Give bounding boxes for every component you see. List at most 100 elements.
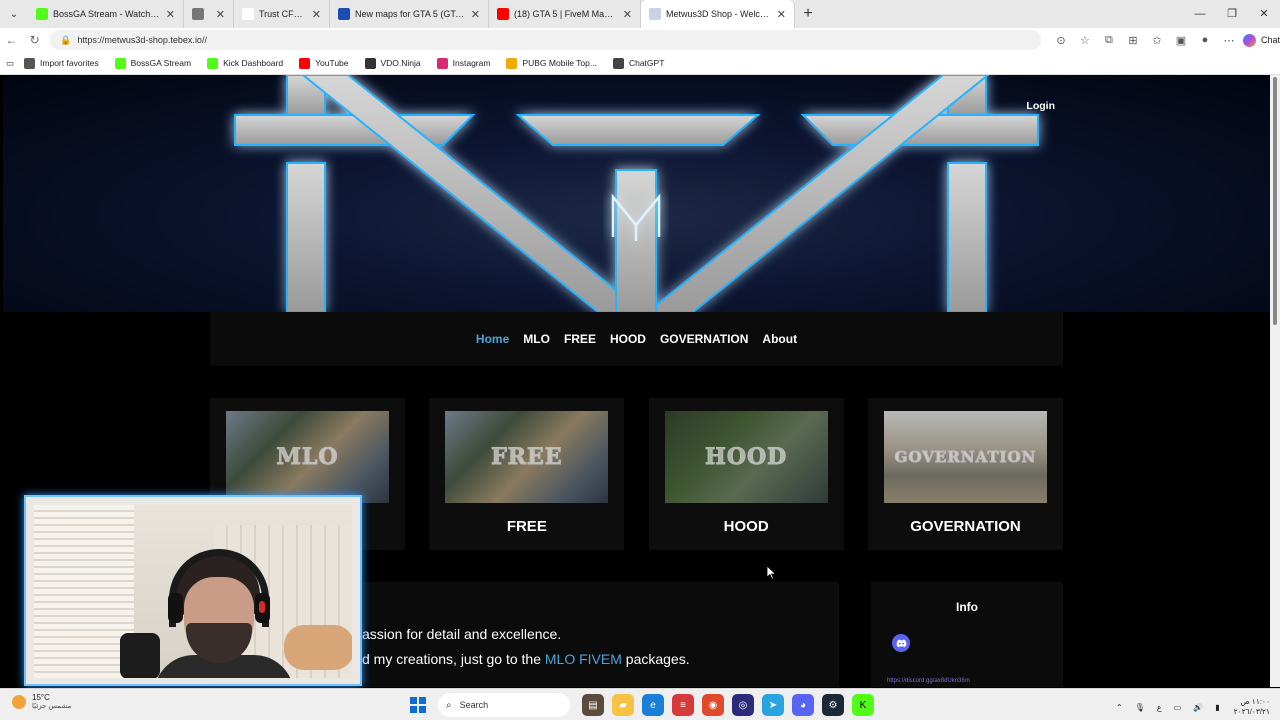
category-label: GOVERNATION [910,518,1021,535]
profile-avatar-icon[interactable]: ● [1193,34,1217,46]
scrollbar-thumb[interactable] [1273,77,1277,325]
favorite-item[interactable]: Import favorites [24,57,99,69]
favorite-item[interactable]: Kick Dashboard [207,57,284,69]
url-field[interactable]: 🔒 https://metwus3d-shop.tebex.io// [50,30,1041,50]
extensions-icon[interactable]: ⧉ [1097,34,1121,47]
task-view-icon[interactable]: ▤ [582,694,604,716]
nav-item-free[interactable]: FREE [557,332,603,346]
start-icon[interactable] [410,697,426,713]
tab-close-icon[interactable]: ✕ [216,8,225,21]
category-card-free[interactable]: FREE FREE [429,398,625,550]
browser-tab[interactable]: New maps for GTA 5 (GTA 5 / New... ✕ [330,0,489,28]
favorites-icon[interactable]: ✩ [1145,34,1169,47]
browser-tab[interactable]: Trust CFW - الستريمرز ✕ [234,0,330,28]
browser-tab[interactable]: (18) GTA 5 | FiveM Maps | Fuente P ✕ [489,0,641,28]
tray-mic-icon[interactable]: 🎙 [1135,703,1145,712]
nav-item-about[interactable]: About [755,332,804,346]
back-icon[interactable]: ← [0,33,23,47]
login-link[interactable]: Login [1026,100,1055,112]
restore-icon[interactable]: ❐ [1216,0,1248,28]
split-screen-icon[interactable]: ⊞ [1121,34,1145,47]
tray-network-icon[interactable]: ▭ [1174,703,1182,712]
app-red-icon[interactable]: ≡ [672,694,694,716]
favorite-favicon [364,57,376,69]
tab-favicon [649,8,661,20]
taskbar-search[interactable]: ⌕ Search [438,693,570,717]
favorite-item[interactable]: YouTube [299,57,349,69]
more-menu-icon[interactable]: ⋯ [1217,34,1241,47]
nav-item-hood[interactable]: HOOD [603,332,653,346]
window-controls: — ❐ ✕ [1184,0,1280,28]
tab-close-icon[interactable]: ✕ [777,8,786,21]
favorite-label: ChatGPT [628,58,665,68]
favorite-item[interactable]: VDO.Ninja [364,57,421,69]
copilot-chat-button[interactable]: Chat [1242,33,1280,47]
favorite-item[interactable]: PUBG Mobile Top... [506,57,597,69]
category-thumbnail: GOVERNATION [883,411,1047,503]
nav-item-home[interactable]: Home [469,332,516,346]
browser-tab[interactable]: BossGA Stream - Watch Live on Kick ✕ [28,0,184,28]
close-window-icon[interactable]: ✕ [1248,0,1280,28]
thumbnail-overlay-text: GOVERNATION [894,448,1037,467]
favorite-favicon [612,57,624,69]
tab-close-icon[interactable]: ✕ [312,8,321,21]
mlo-fivem-link[interactable]: MLO FIVEM [545,651,622,667]
hero-neon-logo-art [234,75,1039,312]
clock[interactable]: ١١:٠٠ ص ٢٠٢٦/٠٣/٢١ [1234,697,1270,717]
discord-taskbar-icon[interactable]: ◕ [792,694,814,716]
favorite-item[interactable]: Instagram [436,57,490,69]
nav-item-mlo[interactable]: MLO [516,332,557,346]
tab-close-icon[interactable]: ✕ [471,8,480,21]
thumbnail-overlay-text: HOOD [705,444,788,471]
obs-icon[interactable]: ◎ [732,694,754,716]
browser-tab[interactable]: ✕ [184,0,234,28]
kick-icon[interactable]: K [852,694,874,716]
tray-chevron-icon[interactable]: ⌃ [1116,703,1123,712]
tray-battery-icon[interactable]: ▮ [1215,703,1219,712]
favorite-label: VDO.Ninja [380,58,421,68]
minimize-icon[interactable]: — [1184,0,1216,28]
read-aloud-icon[interactable]: ⊙ [1049,34,1073,47]
favorite-label: PUBG Mobile Top... [522,58,597,68]
category-thumbnail: FREE [445,411,609,503]
category-card-hood[interactable]: HOOD HOOD [648,398,844,550]
file-explorer-icon[interactable]: ▰ [612,694,634,716]
favorite-favicon [436,57,448,69]
chrome-icon[interactable]: ◉ [702,694,724,716]
favorite-item[interactable]: BossGA Stream [114,57,191,69]
steam-icon[interactable]: ⚙ [822,694,844,716]
tab-title: New maps for GTA 5 (GTA 5 / New... [355,9,465,19]
headphone-right [255,593,270,623]
weather-widget[interactable]: 15°C مشمس جزئيًا [12,693,71,710]
about-line-2-suffix: packages. [621,651,690,667]
taskbar-apps: ⌕ Search ▤ ▰ e ≡ ◉ ◎ ➤ ◕ ⚙ K [410,693,878,717]
tab-close-icon[interactable]: ✕ [623,8,632,21]
favorite-label: Kick Dashboard [223,58,284,68]
nav-item-governation[interactable]: GOVERNATION [653,332,755,346]
page-scrollbar[interactable] [1270,75,1280,687]
tab-close-icon[interactable]: ✕ [166,8,175,21]
info-title: Info [956,600,978,614]
browser-tab[interactable]: Metwus3D Shop - Welcome ✕ [641,0,795,28]
category-thumbnail: MLO [226,411,389,503]
about-line-2-text: d my creations, just go to the [362,651,545,667]
discord-icon[interactable] [892,634,910,652]
favorites-menu-icon[interactable]: ▭ [6,58,14,69]
new-tab-button[interactable]: + [795,5,821,23]
tab-actions-menu-icon[interactable]: ⌄ [0,0,28,28]
tray-language[interactable]: ع [1157,703,1162,712]
favorites-bar: ▭ Import favorites BossGA Stream Kick Dash… [0,52,1280,75]
discord-link[interactable]: https://discord.gg/ax8dUkn36m [887,678,970,684]
favorite-star-icon[interactable]: ☆ [1073,34,1097,47]
edge-icon[interactable]: e [642,694,664,716]
tab-title: (18) GTA 5 | FiveM Maps | Fuente P [514,9,617,19]
category-label: HOOD [723,518,769,535]
webcam-feed [34,505,352,678]
category-card-governation[interactable]: GOVERNATION GOVERNATION [867,398,1063,550]
favorite-item[interactable]: ChatGPT [612,57,665,69]
telegram-icon[interactable]: ➤ [762,694,784,716]
refresh-icon[interactable]: ↻ [23,33,46,47]
collections-icon[interactable]: ▣ [1169,34,1193,47]
tray-volume-icon[interactable]: 🔊 [1193,703,1203,712]
tab-favicon [192,8,204,20]
